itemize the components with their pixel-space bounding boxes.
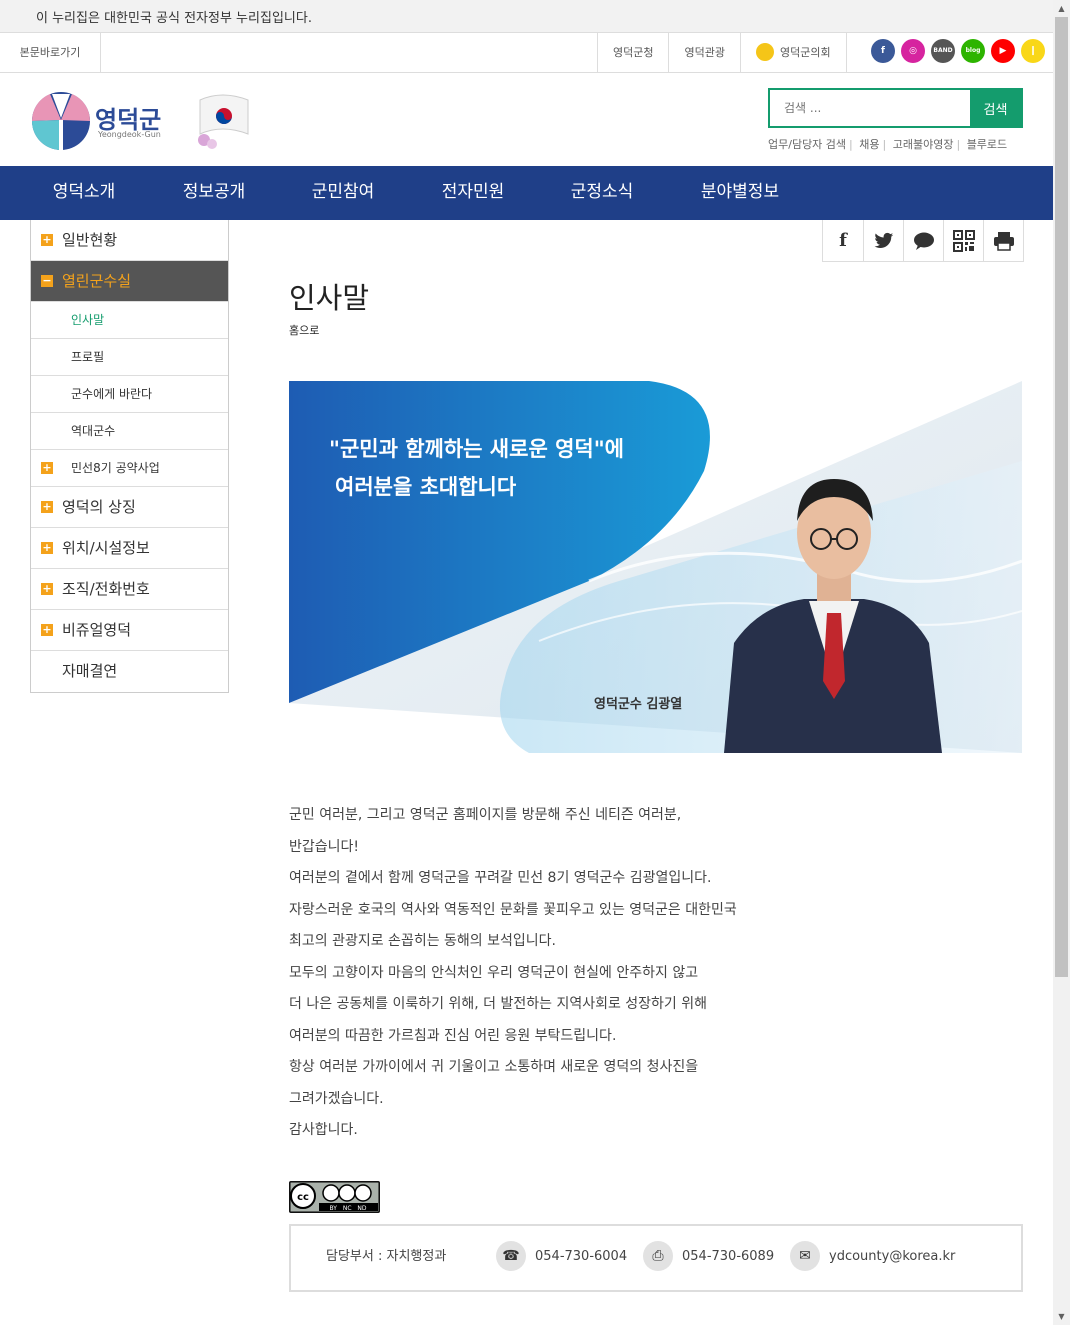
contact-info-box: 담당부서 : 자치행정과 ☎ 054-730-6004 ⎙ 054-730-6089… [289,1224,1023,1292]
quick-link-blueroad[interactable]: 블루로드 [967,138,1007,151]
flag-icon [198,94,249,149]
side-item-location[interactable]: + 위치/시설정보 [31,528,228,569]
side-sub-greeting[interactable]: 인사말 [31,302,228,339]
side-sub-profile[interactable]: 프로필 [31,339,228,376]
main-nav: 영덕소개 정보공개 군민참여 전자민원 군정소식 분야별정보 [0,166,1053,220]
side-sub-petition[interactable]: 군수에게 바란다 [31,376,228,413]
scrollbar-thumb[interactable] [1055,17,1068,977]
home-link[interactable]: 홈으로 [289,322,319,338]
share-kakaostory-icon[interactable] [903,220,943,261]
greeting-line: 여러분의 따끔한 가르침과 진심 어린 응원 부탁드립니다. [289,1027,617,1044]
side-menu: + 일반현황 − 열린군수실 인사말 프로필 군수에게 바란다 역대군수 + 민선8기… [30,220,229,693]
search-button[interactable]: 검색 [970,90,1021,126]
nav-field-info[interactable]: 분야별정보 [684,166,796,220]
greeting-line: 더 나은 공동체를 이룩하기 위해, 더 발전하는 지역사회로 성장하기 위해 [289,996,708,1012]
greeting-text: 군민 여러분, 그리고 영덕군 홈페이지를 방문해 주신 네티즌 여러분, 반갑… [289,800,737,1147]
phone-icon: ☎ [496,1240,526,1271]
cc-license-badge[interactable]: cc BY NC ND [289,1181,380,1213]
expand-icon: + [41,500,53,513]
quick-link-campground[interactable]: 고래불야영장 [893,138,954,151]
cc-terms: BY NC ND [329,1205,366,1212]
svg-text:cc: cc [297,1192,309,1203]
greeting-line: 항상 여러분 가까이에서 귀 기울이고 소통하며 새로운 영덕의 청사진을 [289,1059,699,1075]
share-toolbar: f [822,220,1024,262]
gov-banner-text: 이 누리집은 대한민국 공식 전자정부 누리집입니다. [36,11,312,26]
facebook-icon[interactable]: f [871,39,895,63]
cc-icon: cc BY NC ND [289,1181,380,1213]
council-emblem-icon [755,43,774,61]
logo-subtitle: Yeongdeok-Gun [98,130,161,139]
nav-info-disclosure[interactable]: 정보공개 [168,166,260,220]
site-logo[interactable]: 영덕군 Yeongdeok-Gun [30,90,270,152]
expand-icon: + [41,541,53,554]
side-item-mayor-office[interactable]: − 열린군수실 [31,261,228,302]
fax-info: ⎙ 054-730-6089 [643,1226,774,1290]
expand-icon: + [41,461,53,474]
greeting-line: 자랑스러운 호국의 역사와 역동적인 문화를 꽃피우고 있는 영덕군은 대한민국 [289,901,737,918]
link-tourism[interactable]: 영덕관광 [668,33,739,72]
greeting-line: 감사합니다. [289,1122,358,1138]
side-sub-pledges[interactable]: + 민선8기 공약사업 [31,450,228,487]
share-qrcode-icon[interactable] [943,220,983,261]
nav-intro[interactable]: 영덕소개 [0,166,168,220]
department: 담당부서 : 자치행정과 [326,1249,447,1264]
logo-emblem-icon [31,92,91,150]
banner-mayor-name: 영덕군수 김광열 [594,697,683,712]
quick-link-jobs[interactable]: 채용 [859,138,879,151]
greeting-line: 그려가겠습니다. [289,1090,384,1107]
kakao-icon[interactable]: ❙ [1021,39,1045,63]
youtube-icon[interactable]: ▶ [991,39,1015,63]
print-icon[interactable] [983,220,1023,261]
side-item-symbols[interactable]: + 영덕의 상징 [31,487,228,528]
side-item-general[interactable]: + 일반현황 [31,220,228,261]
quick-links: 업무/담당자 검색 | 채용 | 고래불야영장 | 블루로드 [768,138,1008,151]
phone-info: ☎ 054-730-6004 [496,1226,627,1290]
family-site-links: 영덕군청 영덕관광 영덕군의회 [597,33,847,72]
scroll-down-arrow-icon[interactable]: ▼ [1053,1308,1070,1325]
side-item-sister-cities[interactable]: 자매결연 [31,651,228,692]
page-title: 인사말 [289,281,370,315]
search-input[interactable] [770,90,970,126]
expand-icon: + [41,582,53,595]
site-header: 영덕군 Yeongdeok-Gun 검색 업무/담당자 검색| 채용| 고래불야… [0,73,1053,166]
greeting-line: 최고의 관광지로 손꼽히는 동해의 보석입니다. [289,933,556,949]
link-county-office[interactable]: 영덕군청 [597,33,668,72]
utility-bar: 본문바로가기 영덕군청 영덕관광 영덕군의회 f ◎ BAND blog ▶ ❙ [0,32,1053,73]
collapse-icon: − [41,274,53,287]
share-twitter-icon[interactable] [863,220,903,261]
email-info: ✉ ydcounty@korea.kr [790,1226,955,1290]
banner-headline-2: 여러분을 초대합니다 [335,475,517,499]
expand-icon: + [41,623,53,636]
nav-participation[interactable]: 군민참여 [260,166,426,220]
greeting-line: 여러분의 곁에서 함께 영덕군을 꾸려갈 민선 8기 영덕군수 김광열입니다. [289,870,712,886]
nav-county-news[interactable]: 군정소식 [520,166,684,220]
nav-e-civil[interactable]: 전자민원 [426,166,520,220]
blog-icon[interactable]: blog [961,39,985,63]
share-facebook-icon[interactable]: f [823,220,863,261]
greeting-line: 반갑습니다! [289,838,360,855]
search-box: 검색 [768,88,1023,128]
banner-headline-1: "군민과 함께하는 새로운 영덕"에 [329,437,624,461]
greeting-line: 군민 여러분, 그리고 영덕군 홈페이지를 방문해 주신 네티즌 여러분, [289,807,682,823]
side-item-organization[interactable]: + 조직/전화번호 [31,569,228,610]
greeting-banner: "군민과 함께하는 새로운 영덕"에 여러분을 초대합니다 영덕군수 김광열 [289,381,1022,753]
sns-links: f ◎ BAND blog ▶ ❙ [871,39,1045,63]
gov-banner: 이 누리집은 대한민국 공식 전자정부 누리집입니다. [0,0,1053,32]
link-council[interactable]: 영덕군의회 [739,33,847,72]
skip-to-content-link[interactable]: 본문바로가기 [0,33,101,72]
band-icon[interactable]: BAND [931,39,955,63]
email-icon: ✉ [790,1240,820,1271]
side-item-visual[interactable]: + 비쥬얼영덕 [31,610,228,651]
instagram-icon[interactable]: ◎ [901,39,925,63]
greeting-line: 모두의 고향이자 마음의 안식처인 우리 영덕군이 현실에 안주하지 않고 [289,964,699,981]
scroll-up-arrow-icon[interactable]: ▲ [1053,0,1070,17]
fax-icon: ⎙ [643,1240,673,1271]
side-sub-past-mayors[interactable]: 역대군수 [31,413,228,450]
expand-icon: + [41,233,53,246]
quick-link-staff-search[interactable]: 업무/담당자 검색 [768,138,846,151]
